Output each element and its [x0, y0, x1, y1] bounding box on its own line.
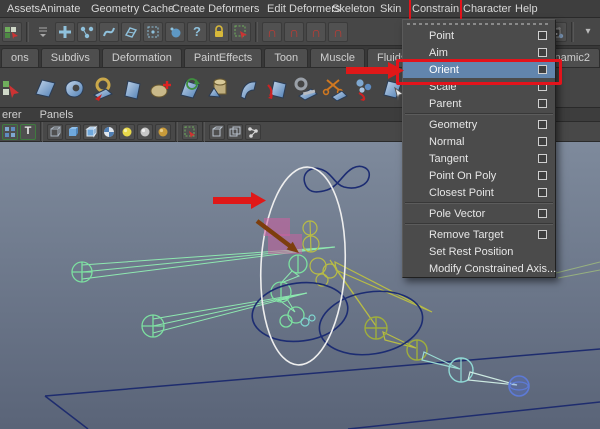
menu-help[interactable]: Help [515, 0, 538, 18]
maya-window: Assets Animate Geometry Cache Create Def… [0, 0, 600, 429]
muscle-shelf-icon-1[interactable] [2, 72, 30, 104]
shelf-tab-muscle[interactable]: Muscle [310, 48, 366, 67]
menu-item-point-on-poly[interactable]: Point On Poly [403, 167, 555, 184]
text-hud-icon[interactable]: T [20, 123, 36, 140]
shelf-tab-painteffects[interactable]: PaintEffects [183, 48, 263, 67]
snap-to-curves-icon[interactable] [99, 21, 119, 42]
menu-item-remove-target[interactable]: Remove Target [403, 226, 555, 243]
menu-bar: Assets Animate Geometry Cache Create Def… [0, 0, 600, 21]
isolate-select-icon[interactable] [182, 123, 198, 140]
menu-item-pole-vector[interactable]: Pole Vector [403, 205, 555, 222]
snap-to-points-icon[interactable] [77, 21, 97, 42]
option-box-icon[interactable] [538, 137, 547, 146]
menu-item-scale[interactable]: Scale [403, 78, 555, 95]
separator [40, 121, 43, 142]
option-box-icon[interactable] [538, 230, 547, 239]
muscle-shelf-icon-7[interactable] [176, 72, 204, 104]
lock-icon[interactable] [209, 21, 229, 42]
snap-to-grids-icon[interactable] [55, 21, 75, 42]
shelf-tab-subdivs[interactable]: Subdivs [40, 48, 100, 67]
option-box-icon[interactable] [538, 188, 547, 197]
menu-skeleton[interactable]: Skeleton [332, 0, 375, 18]
selection-mask-icon[interactable] [231, 21, 251, 42]
menu-geometry-cache[interactable]: Geometry Cache [91, 0, 174, 18]
separator [202, 121, 205, 142]
menu-edit-deformers[interactable]: Edit Deformers [267, 0, 340, 18]
light-yellow-icon[interactable] [119, 123, 135, 140]
muscle-shelf-icon-5[interactable] [118, 72, 146, 104]
menu-item-geometry[interactable]: Geometry [403, 116, 555, 133]
muscle-shelf-icon-13[interactable] [350, 72, 378, 104]
menu-item-modify-constrained-axis[interactable]: Modify Constrained Axis... [403, 260, 556, 277]
option-box-icon[interactable] [538, 171, 547, 180]
option-box-icon[interactable] [538, 209, 547, 218]
menu-tearoff-handle[interactable] [403, 20, 555, 27]
menu-item-aim[interactable]: Aim [403, 44, 555, 61]
shelf-tab-deformation[interactable]: Deformation [101, 48, 182, 67]
panel-menu-renderer[interactable]: erer [2, 109, 22, 121]
option-box-icon[interactable] [538, 65, 547, 74]
xray-cube-icon[interactable] [209, 123, 225, 140]
magnet-grid-icon[interactable]: ∩ [262, 21, 282, 42]
option-box-icon[interactable] [538, 154, 547, 163]
panel-menu-panels[interactable]: Panels [40, 109, 74, 121]
magnet-plane-icon[interactable]: ∩ [328, 21, 348, 42]
separator [571, 21, 574, 42]
separator [175, 121, 178, 142]
shaded-wire-cube-icon[interactable] [83, 123, 99, 140]
muscle-shelf-icon-9[interactable] [234, 72, 262, 104]
menu-character[interactable]: Character [463, 0, 511, 18]
separator [26, 21, 29, 42]
constrain-menu: Point Aim Orient Scale Parent Geometry N… [402, 19, 556, 278]
option-box-icon[interactable] [538, 120, 547, 129]
menu-constrain[interactable]: Constrain [408, 0, 463, 21]
menu-create-deformers[interactable]: Create Deformers [172, 0, 259, 18]
muscle-shelf-icon-3[interactable] [60, 72, 88, 104]
snap-to-lattice-icon[interactable] [143, 21, 163, 42]
menu-item-closest-point[interactable]: Closest Point [403, 184, 555, 201]
option-box-icon[interactable] [538, 48, 547, 57]
menu-item-point[interactable]: Point [403, 27, 555, 44]
toolbox-partial-icon[interactable] [2, 21, 22, 42]
muscle-shelf-icon-8[interactable] [205, 72, 233, 104]
menu-item-parent[interactable]: Parent [403, 95, 555, 112]
muscle-shelf-icon-2[interactable] [31, 72, 59, 104]
magnet-point-icon[interactable]: ∩ [306, 21, 326, 42]
menu-divider [405, 223, 553, 225]
option-box-icon[interactable] [538, 99, 547, 108]
light-gold-icon[interactable] [155, 123, 171, 140]
collapse-bar-icon[interactable] [33, 22, 53, 42]
layered-panes-icon[interactable] [227, 123, 243, 140]
menu-assets[interactable]: Assets [7, 0, 40, 18]
menu-divider [405, 202, 553, 204]
muscle-shelf-icon-10[interactable] [263, 72, 291, 104]
muscle-shelf-icon-4[interactable] [89, 72, 117, 104]
shelf-tab-toon[interactable]: Toon [264, 48, 309, 67]
shelf-tab-polygons[interactable]: ons [1, 48, 39, 67]
menu-divider [405, 113, 553, 115]
option-box-icon[interactable] [538, 31, 547, 40]
snap-help-icon[interactable]: ? [187, 21, 207, 42]
snap-to-planes-icon[interactable] [121, 21, 141, 42]
menu-item-tangent[interactable]: Tangent [403, 150, 555, 167]
option-box-icon[interactable] [538, 82, 547, 91]
separator [255, 21, 258, 42]
menu-animate[interactable]: Animate [40, 0, 80, 18]
textured-ball-icon[interactable] [101, 123, 117, 140]
muscle-shelf-icon-11[interactable] [292, 72, 320, 104]
muscle-shelf-icon-12[interactable] [321, 72, 349, 104]
make-live-icon[interactable] [165, 21, 185, 42]
xray-joints-icon[interactable] [245, 123, 261, 140]
dropdown-chevron-icon[interactable]: ▾ [578, 22, 598, 42]
menu-skin[interactable]: Skin [380, 0, 401, 18]
shaded-cube-icon[interactable] [65, 123, 81, 140]
wireframe-cube-icon[interactable] [47, 123, 63, 140]
magnet-curve-icon[interactable]: ∩ [284, 21, 304, 42]
menu-item-orient[interactable]: Orient [403, 61, 555, 78]
menu-item-normal[interactable]: Normal [403, 133, 555, 150]
light-gray-icon[interactable] [137, 123, 153, 140]
panes-layout-icon[interactable] [2, 123, 18, 140]
muscle-shelf-icon-6[interactable] [147, 72, 175, 104]
menu-item-set-rest-position[interactable]: Set Rest Position [403, 243, 555, 260]
